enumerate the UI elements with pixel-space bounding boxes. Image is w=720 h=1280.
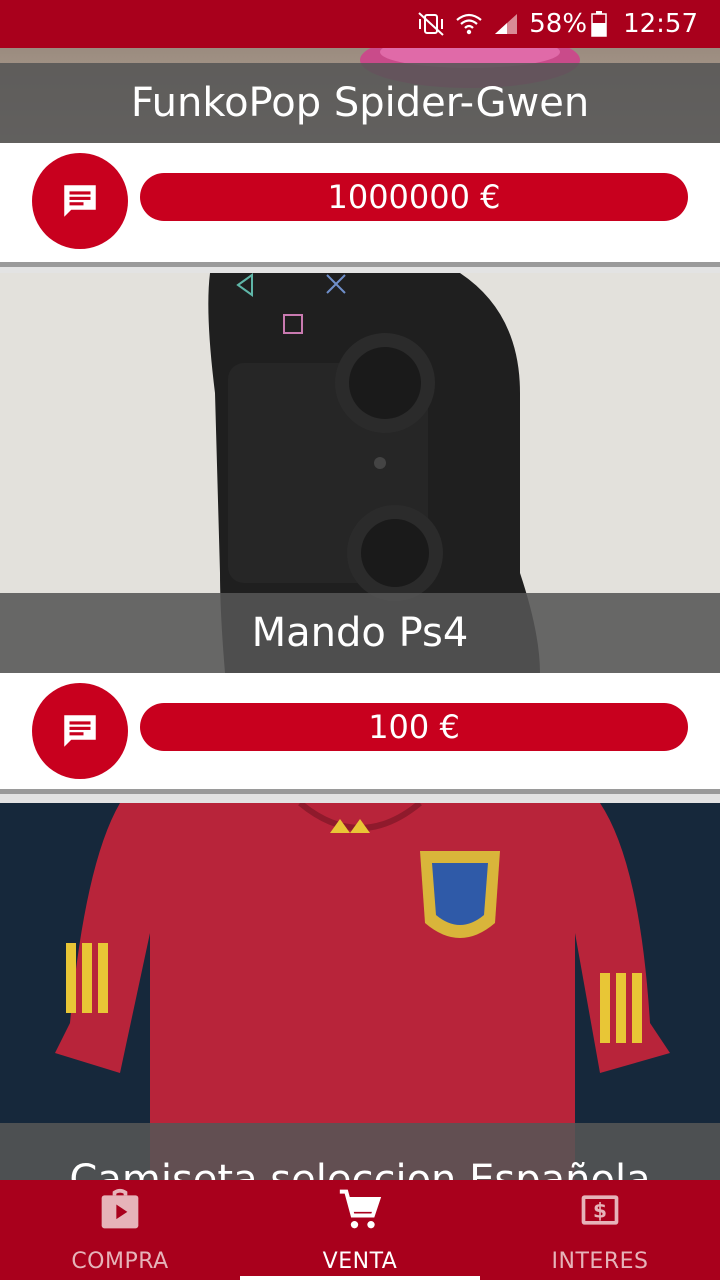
- wifi-icon: [456, 13, 482, 35]
- tab-label: VENTA: [322, 1249, 398, 1274]
- vibrate-mute-icon: [418, 12, 444, 36]
- card-divider: [0, 262, 720, 267]
- signal-icon: [495, 14, 518, 34]
- chat-icon: [64, 185, 96, 217]
- bottom-navigation: COMPRA VENTA $ INTERES: [0, 1180, 720, 1280]
- svg-text:$: $: [593, 1198, 607, 1222]
- battery-percent: 58%: [529, 9, 588, 39]
- listing-footer: 1000000 €: [0, 143, 720, 261]
- money-icon: $: [581, 1195, 619, 1225]
- cart-icon: [339, 1189, 382, 1229]
- listing-feed[interactable]: FunkoPop Spider-Gwen 1000000 € Mando Ps4…: [0, 0, 720, 1180]
- clock: 12:57: [623, 9, 698, 39]
- listing-title: Mando Ps4: [0, 593, 720, 673]
- listing-card[interactable]: Camiseta seleccion Española: [0, 803, 720, 1180]
- tab-venta[interactable]: VENTA: [240, 1180, 480, 1280]
- status-bar: 58% 12:57: [0, 0, 720, 48]
- shopping-bag-play-icon: [101, 1188, 139, 1229]
- listing-card[interactable]: Mando Ps4 100 €: [0, 273, 720, 794]
- listing-footer: 100 €: [0, 673, 720, 791]
- battery-icon: [591, 11, 607, 37]
- tab-compra[interactable]: COMPRA: [0, 1180, 240, 1280]
- active-tab-indicator: [240, 1276, 480, 1280]
- price-badge[interactable]: 1000000 €: [140, 173, 688, 221]
- tab-interes[interactable]: $ INTERES: [480, 1180, 720, 1280]
- price-badge[interactable]: 100 €: [140, 703, 688, 751]
- listing-title: FunkoPop Spider-Gwen: [0, 63, 720, 143]
- listing-title: Camiseta seleccion Española: [0, 1123, 720, 1180]
- chat-button[interactable]: [32, 683, 128, 779]
- chat-icon: [64, 715, 96, 747]
- tab-label: INTERES: [551, 1249, 649, 1274]
- tab-label: COMPRA: [71, 1249, 169, 1274]
- card-divider: [0, 789, 720, 794]
- chat-button[interactable]: [32, 153, 128, 249]
